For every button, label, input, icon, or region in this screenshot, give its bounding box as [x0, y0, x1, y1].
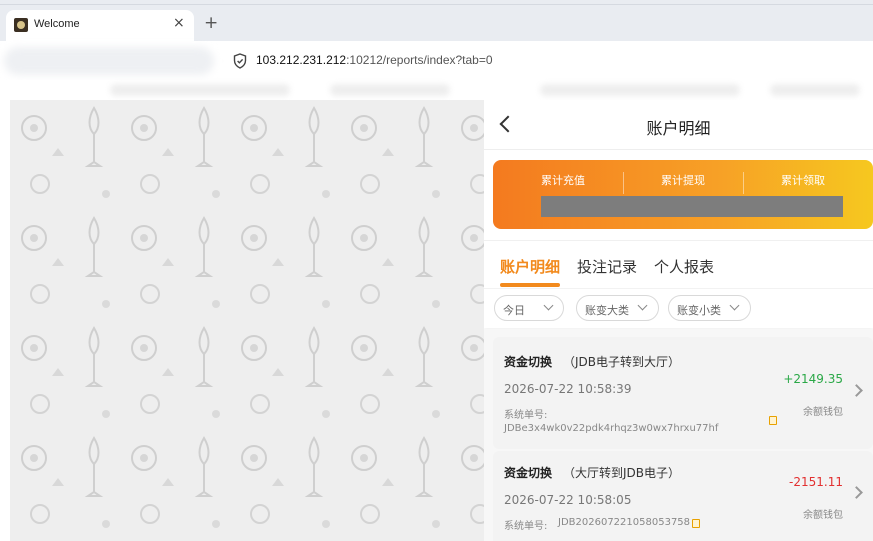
record-wallet: 余额钱包 [803, 407, 843, 418]
record-amount: -2151.11 [789, 475, 843, 489]
record-time: 2026-07-22 10:58:05 [504, 493, 632, 507]
browser-tabstrip: Welcome × + [0, 0, 873, 43]
filters-row: 今日 账变大类 账变小类 [484, 288, 873, 328]
blurred-toolbar-area [4, 47, 214, 75]
record-type: 资金切换 [504, 466, 553, 480]
active-tab-indicator [500, 283, 560, 287]
url-path: :10212/reports/index?tab=0 [346, 53, 493, 67]
panel-header: 账户明细 [484, 100, 873, 150]
browser-tab-welcome[interactable]: Welcome × [6, 10, 194, 41]
filter-date-label: 今日 [503, 304, 525, 317]
filter-date-select[interactable]: 今日 [494, 295, 564, 321]
blurred-bookmark [330, 84, 450, 96]
blurred-bookmark [770, 84, 860, 96]
order-number-label: 系统单号: [504, 521, 548, 532]
filter-category-label: 账变大类 [585, 304, 629, 317]
chevron-down-icon [729, 300, 740, 311]
record-detail: （JDB电子转到大厅） [563, 355, 681, 369]
tabstrip-border [0, 4, 873, 5]
record-list: 资金切换 （JDB电子转到大厅） 2026-07-22 10:58:39 系统单… [484, 329, 873, 541]
order-number: JDB202607221058053758 [558, 517, 691, 528]
summary-total-withdraw: 累计提现 [661, 174, 705, 187]
record-type: 资金切换 [504, 355, 553, 369]
list-item[interactable]: 资金切换 （大厅转到JDB电子） 2026-07-22 10:58:05 系统单… [493, 451, 873, 541]
chevron-down-icon [543, 300, 554, 311]
copy-icon[interactable] [769, 416, 777, 425]
summary-total-claimed: 累计领取 [781, 174, 825, 187]
tab-bet-records[interactable]: 投注记录 [577, 256, 637, 277]
record-time: 2026-07-22 10:58:39 [504, 382, 632, 396]
chevron-down-icon [637, 300, 648, 311]
trophy-ball-pattern [10, 100, 484, 541]
chevron-right-icon[interactable] [850, 486, 863, 499]
bookmarks-bar [0, 80, 873, 102]
copy-icon[interactable] [692, 519, 700, 528]
browser-toolbar: 103.212.231.212:10212/reports/index?tab=… [0, 41, 873, 81]
tab-account-detail[interactable]: 账户明细 [500, 256, 560, 277]
summary-total-deposit: 累计充值 [541, 174, 585, 187]
summary-card: 累计充值 累计提现 累计领取 [493, 160, 873, 229]
address-bar[interactable]: 103.212.231.212:10212/reports/index?tab=… [256, 53, 493, 67]
tab-personal-report[interactable]: 个人报表 [654, 256, 714, 277]
url-host: 103.212.231.212 [256, 53, 347, 67]
list-item[interactable]: 资金切换 （JDB电子转到大厅） 2026-07-22 10:58:39 系统单… [493, 337, 873, 449]
chevron-right-icon[interactable] [850, 384, 863, 397]
redacted-summary-values [541, 196, 843, 217]
tab-title: Welcome [34, 18, 80, 30]
record-detail: （大厅转到JDB电子） [563, 466, 681, 480]
shield-icon[interactable] [233, 53, 247, 69]
close-tab-icon[interactable]: × [173, 15, 185, 31]
game-background-pattern [10, 100, 484, 541]
order-number-label: 系统单号: [504, 410, 548, 421]
record-amount: +2149.35 [783, 372, 843, 386]
record-tabs: 账户明细 投注记录 个人报表 [484, 240, 873, 288]
account-detail-panel: 账户明细 累计充值 累计提现 累计领取 账户明细 投注记录 个人报表 今日 账变… [484, 100, 873, 541]
filter-subcategory-select[interactable]: 账变小类 [668, 295, 751, 321]
filter-subcategory-label: 账变小类 [677, 304, 721, 317]
page-title: 账户明细 [646, 119, 711, 138]
new-tab-button[interactable]: + [204, 13, 218, 33]
filter-category-select[interactable]: 账变大类 [576, 295, 659, 321]
blurred-bookmark [540, 84, 740, 96]
favicon-icon [14, 18, 28, 32]
record-wallet: 余额钱包 [803, 510, 843, 521]
order-number: JDBe3x4wk0v22pdk4rhqz3w0wx7hrxu77hf [504, 423, 719, 434]
blurred-bookmark [110, 84, 290, 96]
